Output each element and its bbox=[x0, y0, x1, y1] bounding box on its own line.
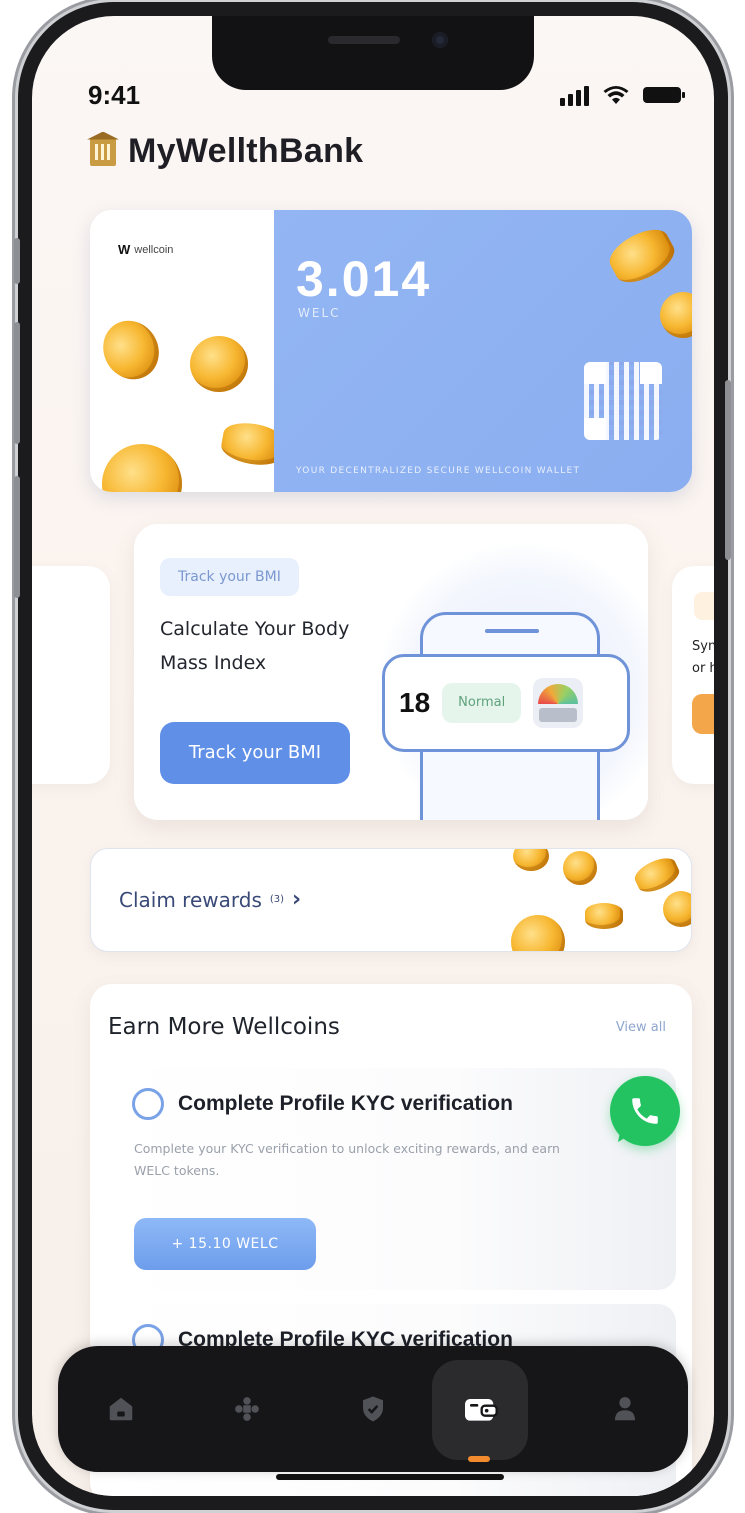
brand-mark: W bbox=[118, 242, 131, 257]
whatsapp-button[interactable] bbox=[610, 1076, 680, 1146]
volume-up-button bbox=[14, 322, 20, 444]
next-card-chip bbox=[694, 592, 714, 620]
earn-section-title: Earn More Wellcoins bbox=[108, 1014, 340, 1040]
volume-down-button bbox=[14, 476, 20, 598]
coin-graphic bbox=[92, 310, 170, 390]
bmi-status-badge: Normal bbox=[442, 683, 522, 723]
app-header: MyWellthBank bbox=[90, 132, 363, 171]
coin-graphic bbox=[663, 891, 691, 927]
tab-home[interactable] bbox=[58, 1346, 184, 1472]
coin-graphic bbox=[190, 336, 248, 392]
next-card-text-line: Sync bbox=[692, 639, 714, 654]
signal-icon bbox=[560, 86, 589, 106]
coin-graphic bbox=[563, 851, 597, 885]
carousel-card-previous[interactable] bbox=[32, 566, 110, 784]
coin-graphic bbox=[511, 915, 565, 951]
status-icons bbox=[560, 80, 685, 106]
tab-profile[interactable] bbox=[562, 1346, 688, 1472]
carousel-card-next[interactable]: Sync or h bbox=[672, 566, 714, 784]
bmi-card[interactable]: Track your BMI Calculate Your Body Mass … bbox=[134, 524, 648, 820]
notch bbox=[212, 16, 534, 90]
next-card-button[interactable] bbox=[692, 694, 714, 734]
tab-games[interactable] bbox=[184, 1346, 310, 1472]
task-title: Complete Profile KYC verification bbox=[178, 1092, 513, 1115]
claim-rewards-link[interactable]: Claim rewards (3) › bbox=[119, 887, 301, 912]
claim-rewards-label: Claim rewards bbox=[119, 887, 262, 912]
wallet-card[interactable]: W wellcoin 3.014 WELC YOUR DECENTRALIZED… bbox=[90, 210, 692, 492]
brand-name: wellcoin bbox=[134, 243, 174, 256]
coin-graphic bbox=[102, 444, 182, 492]
track-bmi-button[interactable]: Track your BMI bbox=[160, 722, 350, 784]
wallet-card-balance-panel: 3.014 WELC YOUR DECENTRALIZED SECURE WEL… bbox=[274, 210, 692, 492]
wallet-icon bbox=[465, 1399, 498, 1421]
bank-icon bbox=[90, 137, 116, 166]
wallet-balance: 3.014 bbox=[296, 251, 432, 307]
silent-switch bbox=[14, 238, 20, 284]
shield-icon bbox=[363, 1396, 383, 1422]
coin-graphic bbox=[631, 853, 683, 897]
task-description: Complete your KYC verification to unlock… bbox=[134, 1141, 560, 1178]
wallet-tagline: YOUR DECENTRALIZED SECURE WELLCOIN WALLE… bbox=[296, 466, 581, 476]
app-title: MyWellthBank bbox=[128, 132, 364, 170]
wallet-card-brand-panel: W wellcoin bbox=[90, 210, 288, 492]
bmi-result-widget: 18 Normal bbox=[382, 654, 630, 752]
battery-icon bbox=[643, 87, 685, 103]
bmi-value: 18 bbox=[399, 687, 431, 718]
next-card-text: Sync or h bbox=[692, 636, 714, 680]
coin-graphic bbox=[513, 849, 549, 871]
home-indicator[interactable] bbox=[276, 1474, 504, 1480]
next-card-text-line: or h bbox=[692, 661, 714, 676]
chevron-right-icon: › bbox=[292, 887, 302, 912]
profile-icon bbox=[615, 1397, 635, 1421]
active-tab-indicator bbox=[468, 1456, 490, 1462]
task-header: Complete Profile KYC verification bbox=[132, 1088, 513, 1120]
view-all-link[interactable]: View all bbox=[616, 1020, 666, 1035]
coin-graphic bbox=[603, 221, 681, 291]
gamepad-icon bbox=[235, 1397, 259, 1421]
bottom-tab-bar bbox=[58, 1346, 688, 1472]
task-reward-button[interactable]: + 15.10 WELC bbox=[134, 1218, 316, 1270]
tab-wallet[interactable] bbox=[417, 1346, 543, 1472]
claim-rewards-card[interactable]: Claim rewards (3) › bbox=[90, 848, 692, 952]
phone-screen: 9:41 MyWellthBank W wellcoin 3.014 WELC … bbox=[32, 16, 714, 1496]
bmi-chip: Track your BMI bbox=[160, 558, 299, 596]
bmi-card-title: Calculate Your Body Mass Index bbox=[160, 618, 350, 674]
wellcoin-logo: W wellcoin bbox=[118, 242, 173, 257]
task-checkbox[interactable] bbox=[132, 1088, 164, 1120]
speaker bbox=[328, 36, 400, 44]
claim-rewards-count: (3) bbox=[269, 894, 285, 905]
front-camera bbox=[432, 32, 448, 48]
coin-graphic bbox=[660, 292, 692, 338]
wallet-unit: WELC bbox=[298, 306, 341, 320]
coin-graphic bbox=[585, 903, 623, 929]
task-card[interactable]: Complete Profile KYC verification Comple… bbox=[110, 1068, 676, 1290]
power-button bbox=[725, 380, 731, 560]
status-time: 9:41 bbox=[88, 80, 141, 110]
home-icon bbox=[109, 1397, 133, 1421]
phone-icon bbox=[632, 1098, 658, 1124]
feature-carousel[interactable]: Track your BMI Calculate Your Body Mass … bbox=[32, 524, 714, 824]
qr-code[interactable] bbox=[584, 362, 662, 440]
wifi-icon bbox=[603, 86, 629, 104]
bmi-gauge-icon bbox=[533, 678, 584, 728]
